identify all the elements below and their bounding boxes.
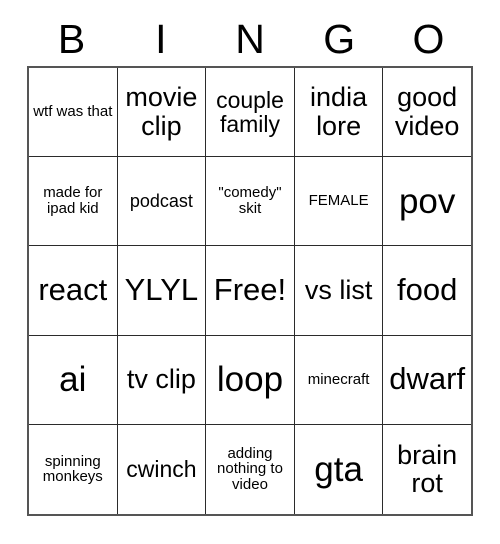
bingo-cell-i1[interactable]: movie clip [117,68,207,158]
bingo-cell-label: adding nothing to video [217,444,283,494]
bingo-cell-g2[interactable]: FEMALE [294,157,384,247]
bingo-cell-label: india lore [310,82,368,142]
bingo-cell-g3[interactable]: vs list [294,246,384,336]
bingo-cell-o3[interactable]: food [383,246,471,336]
bingo-cell-g1[interactable]: india lore [294,68,384,158]
bingo-cell-label: Free! [213,272,287,308]
bingo-cell-label: "comedy" skit [218,184,282,218]
bingo-cell-label: wtf was that [33,103,113,121]
bingo-cell-o5[interactable]: brain rot [383,424,471,515]
bingo-cell-label: minecraft [307,370,370,388]
bingo-cell-n2[interactable]: "comedy" skit [206,157,295,247]
bingo-cell-label: pov [398,181,456,221]
header-letter-o: O [412,16,445,62]
bingo-cell-n4[interactable]: loop [206,335,295,425]
bingo-row: spinning monkeys cwinch adding nothing t… [29,424,471,515]
header-letter-g: G [323,16,356,62]
bingo-cell-label: spinning monkeys [42,452,103,486]
bingo-card: B I N G O wtf was that movie clip couple… [27,12,473,516]
bingo-cell-g4[interactable]: minecraft [294,335,384,425]
bingo-row: made for ipad kid podcast "comedy" skit … [29,157,471,247]
bingo-cell-label: good video [394,82,460,142]
bingo-cell-label: brain rot [397,439,458,499]
bingo-cell-o1[interactable]: good video [383,68,471,158]
bingo-cell-n5[interactable]: adding nothing to video [206,424,295,515]
bingo-cell-n1[interactable]: couple family [206,68,295,158]
bingo-row: react YLYL Free! vs list food [29,246,471,336]
bingo-cell-o2[interactable]: pov [383,157,471,247]
header-letter-i: I [155,16,167,62]
bingo-cell-label: made for ipad kid [43,184,103,218]
bingo-row: wtf was that movie clip couple family in… [29,68,471,158]
bingo-cell-label: podcast [129,190,193,211]
bingo-cell-b2[interactable]: made for ipad kid [29,157,118,247]
bingo-cell-free-space[interactable]: Free! [206,246,295,336]
bingo-cell-label: ai [59,360,87,400]
bingo-cell-b5[interactable]: spinning monkeys [29,424,118,515]
bingo-cell-i3[interactable]: YLYL [117,246,207,336]
bingo-cell-b3[interactable]: react [29,246,118,336]
bingo-cell-label: couple family [216,86,284,138]
bingo-cell-label: gta [314,449,363,489]
bingo-cell-label: vs list [304,275,373,306]
bingo-cell-label: loop [216,360,284,400]
bingo-cell-label: dwarf [389,361,466,397]
bingo-row: ai tv clip loop minecraft dwarf [29,335,471,425]
bingo-cell-b1[interactable]: wtf was that [29,68,118,158]
bingo-cell-label: tv clip [126,364,196,395]
bingo-cell-i5[interactable]: cwinch [117,424,207,515]
bingo-cell-o4[interactable]: dwarf [383,335,471,425]
bingo-grid: wtf was that movie clip couple family in… [27,66,473,516]
bingo-cell-label: movie clip [125,82,198,142]
bingo-cell-label: react [38,272,108,308]
bingo-header: B I N G O [27,12,473,66]
bingo-cell-i2[interactable]: podcast [117,157,207,247]
bingo-cell-label: cwinch [126,456,197,483]
bingo-cell-b4[interactable]: ai [29,335,118,425]
bingo-cell-label: FEMALE [308,192,369,210]
bingo-cell-label: food [397,272,458,308]
bingo-cell-i4[interactable]: tv clip [117,335,207,425]
bingo-cell-label: YLYL [124,272,199,308]
bingo-cell-g5[interactable]: gta [294,424,384,515]
header-letter-n: N [235,16,265,62]
header-letter-b: B [57,16,86,62]
